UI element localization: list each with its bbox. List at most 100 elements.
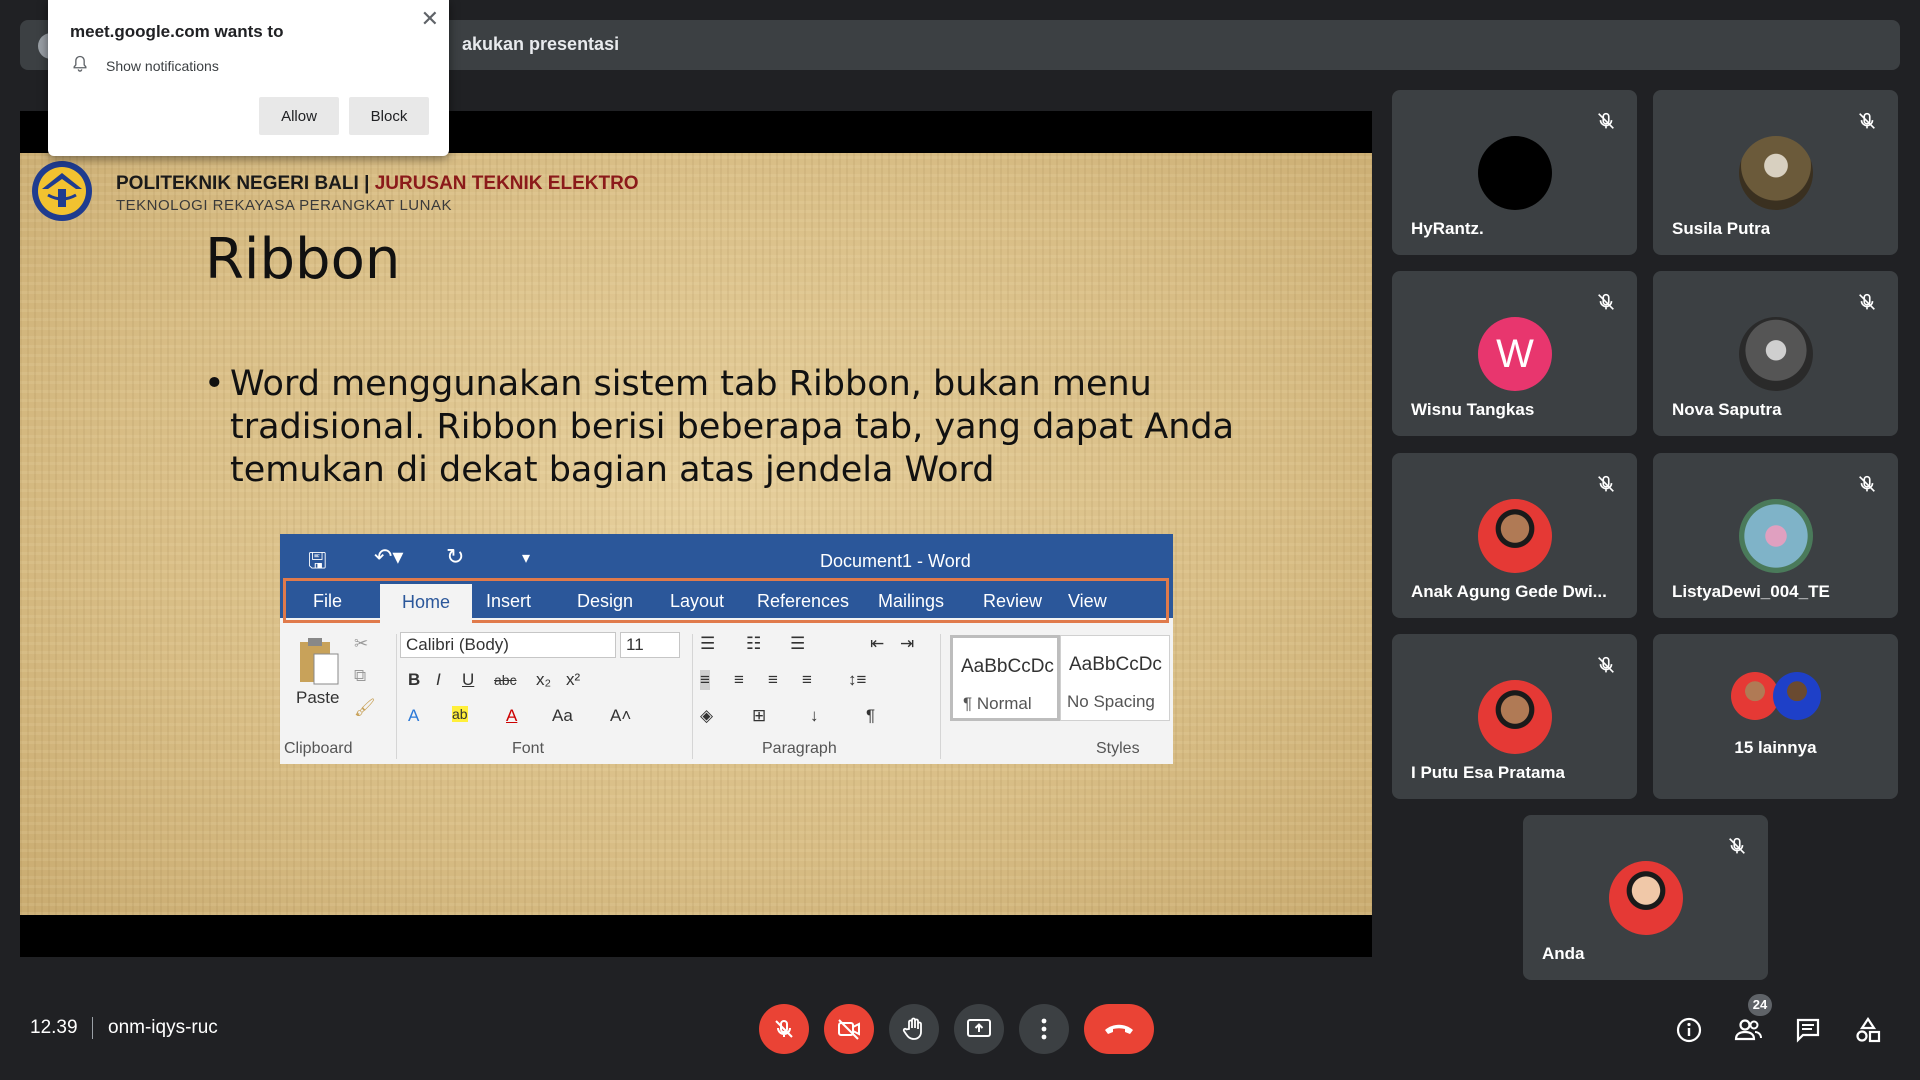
participant-name: HyRantz.	[1411, 219, 1484, 238]
align-center-icon: ≡	[734, 670, 744, 689]
paste-label: Paste	[296, 688, 340, 707]
group-label-paragraph: Paragraph	[762, 740, 837, 757]
participant-name: Anda	[1542, 944, 1585, 963]
camera-toggle-button[interactable]	[824, 1004, 874, 1054]
decrease-indent-icon: ⇤	[870, 634, 885, 653]
font-color-icon: A	[506, 706, 518, 725]
undo-icon: ↶▾	[374, 544, 404, 569]
avatar	[1739, 317, 1813, 391]
participant-tile[interactable]: W Wisnu Tangkas	[1392, 271, 1637, 436]
avatar	[1739, 499, 1813, 573]
avatar	[1731, 672, 1779, 720]
word-tab: File	[313, 591, 343, 611]
group-label-styles: Styles	[1096, 740, 1140, 757]
institution-header: POLITEKNIK NEGERI BALI | JURUSAN TEKNIK …	[116, 173, 639, 195]
paste-icon	[300, 638, 339, 685]
block-button[interactable]: Block	[349, 97, 429, 135]
numbering-icon: ☷	[746, 634, 762, 653]
info-icon[interactable]	[1675, 1016, 1703, 1044]
participant-tile[interactable]: Susila Putra	[1653, 90, 1898, 255]
align-left-icon: ≡	[700, 670, 710, 690]
avatar	[1739, 136, 1813, 210]
increase-indent-icon: ⇥	[900, 634, 915, 653]
italic-icon: I	[436, 670, 441, 689]
notification-permission-popup: meet.google.com wants to ✕ Show notifica…	[48, 0, 449, 156]
participant-tile[interactable]: HyRantz.	[1392, 90, 1637, 255]
mic-off-icon	[1859, 293, 1875, 310]
group-divider	[692, 634, 693, 759]
word-tab: References	[757, 591, 850, 611]
word-tab: View	[1068, 591, 1107, 611]
customize-icon: ▾	[522, 550, 531, 567]
participant-name: I Putu Esa Pratama	[1411, 763, 1566, 782]
align-right-icon: ≡	[768, 670, 778, 689]
presentation-slide: POLITEKNIK NEGERI BALI | JURUSAN TEKNIK …	[20, 153, 1372, 915]
leave-call-button[interactable]	[1084, 1004, 1154, 1054]
mic-off-icon	[1598, 656, 1614, 673]
popup-title: meet.google.com wants to	[70, 22, 284, 41]
participant-name: Wisnu Tangkas	[1411, 400, 1535, 419]
self-tile[interactable]: Anda	[1523, 815, 1768, 980]
subscript-icon: x₂	[536, 670, 552, 689]
word-tab: Review	[983, 591, 1043, 611]
raise-hand-button[interactable]	[889, 1004, 939, 1054]
participant-tile[interactable]: Nova Saputra	[1653, 271, 1898, 436]
activities-icon[interactable]	[1854, 1016, 1882, 1044]
more-participants-label: 15 lainnya	[1734, 738, 1817, 757]
format-painter-icon: 🖌	[354, 698, 376, 717]
present-screen-icon	[967, 1019, 991, 1037]
word-doc-title: Document1 - Word	[820, 551, 971, 571]
mic-off-icon	[1729, 837, 1745, 854]
slide-bullet: Word menggunakan sistem tab Ribbon, buka…	[204, 363, 1294, 492]
meeting-code: onm-iqys-ruc	[108, 1017, 218, 1038]
group-label-font: Font	[512, 740, 545, 757]
cut-icon: ✂	[354, 634, 369, 653]
change-case-icon: Aa	[552, 706, 573, 725]
sort-icon: ↓	[810, 706, 819, 725]
font-size-box: 11	[620, 632, 680, 658]
participant-name: Anak Agung Gede Dwi...	[1411, 582, 1607, 601]
word-tab: Layout	[670, 591, 725, 611]
text-effects-icon: A	[408, 706, 420, 725]
participant-tile[interactable]: Anak Agung Gede Dwi...	[1392, 453, 1637, 618]
people-icon[interactable]	[1734, 1016, 1762, 1044]
people-count-badge: 24	[1748, 994, 1772, 1016]
participant-tile[interactable]: ListyaDewi_004_TE	[1653, 453, 1898, 618]
save-icon: 🖫	[308, 548, 327, 573]
copy-icon: ⧉	[354, 666, 367, 685]
more-options-button[interactable]	[1019, 1004, 1069, 1054]
mic-toggle-button[interactable]	[759, 1004, 809, 1054]
participant-name: ListyaDewi_004_TE	[1672, 582, 1830, 601]
style-sample: AaBbCcDc	[1069, 654, 1162, 675]
superscript-icon: x²	[566, 670, 581, 689]
avatar	[1478, 680, 1552, 754]
header-separator: |	[364, 173, 370, 194]
participant-name: Nova Saputra	[1672, 400, 1782, 419]
mic-off-icon	[1859, 475, 1875, 492]
clock: 12.39	[30, 1017, 78, 1038]
close-icon[interactable]: ✕	[421, 8, 439, 30]
avatar: W	[1478, 317, 1552, 391]
chat-icon[interactable]	[1794, 1016, 1822, 1044]
more-participants-tile[interactable]: 15 lainnya	[1653, 634, 1898, 799]
camera-off-icon	[838, 1019, 860, 1040]
bell-icon	[73, 55, 87, 72]
presenting-text: akukan presentasi	[462, 34, 620, 54]
participant-tile[interactable]: I Putu Esa Pratama	[1392, 634, 1637, 799]
justify-icon: ≡	[802, 670, 812, 689]
font-name-box: Calibri (Body)	[400, 632, 616, 658]
hand-icon	[902, 1017, 922, 1040]
more-vert-icon	[1041, 1018, 1047, 1040]
institution-name: POLITEKNIK NEGERI BALI	[116, 173, 359, 194]
word-tab: Insert	[486, 591, 532, 611]
avatar	[1609, 861, 1683, 935]
bullets-icon: ☰	[700, 634, 716, 653]
mic-off-icon	[1598, 293, 1614, 310]
mic-off-icon	[1859, 112, 1875, 129]
allow-button[interactable]: Allow	[259, 97, 339, 135]
style-sample: AaBbCcDc	[961, 656, 1054, 677]
word-tab: Mailings	[878, 591, 945, 611]
presentation-stage: POLITEKNIK NEGERI BALI | JURUSAN TEKNIK …	[20, 111, 1372, 957]
avatar	[1773, 672, 1821, 720]
present-button[interactable]	[954, 1004, 1004, 1054]
